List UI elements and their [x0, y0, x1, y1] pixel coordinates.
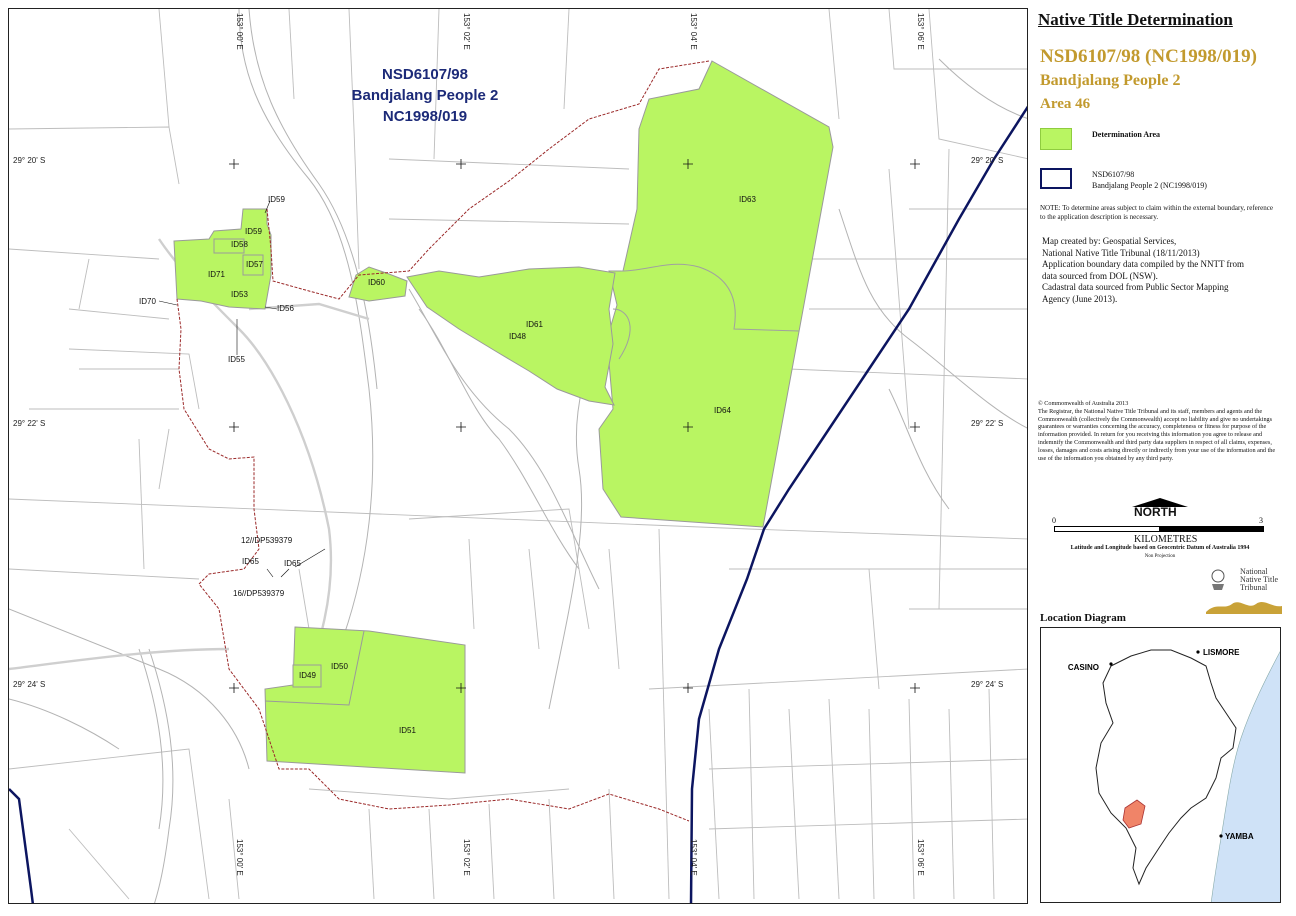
- determination-area-key: Determination Area: [1092, 130, 1161, 139]
- label-id70: ID70: [139, 297, 156, 306]
- label-id48: ID48: [509, 332, 526, 341]
- lon-label-top: 153° 02' E: [462, 13, 471, 50]
- label-id65b: ID65: [284, 559, 301, 568]
- location-map: CASINO LISMORE YAMBA: [1068, 648, 1280, 902]
- label-id49: ID49: [299, 671, 316, 680]
- legend-note: NOTE: To determine areas subject to clai…: [1040, 204, 1273, 221]
- north-label: NORTH: [1134, 505, 1177, 519]
- location-diagram: CASINO LISMORE YAMBA: [1040, 627, 1281, 903]
- copyright-body: The Registrar, the National Native Title…: [1038, 407, 1276, 462]
- credit-line: Application boundary data compiled by th…: [1042, 259, 1245, 269]
- label-id71: ID71: [208, 270, 225, 279]
- town-label-yamba: YAMBA: [1225, 832, 1254, 841]
- town-label-casino: CASINO: [1068, 663, 1099, 672]
- cadastral-lines: [9, 9, 1027, 900]
- datum-note: Latitude and Longitude based on Geocentr…: [1070, 545, 1250, 551]
- map-canvas: 153° 00' E 153° 02' E 153° 04' E 153° 06…: [9, 9, 1027, 903]
- legend-panel: Native Title Determination NSD6107/98 (N…: [1032, 8, 1288, 904]
- label-id53: ID53: [231, 290, 248, 299]
- lon-label-bottom: 153° 04' E: [689, 839, 698, 876]
- label-id57: ID57: [246, 260, 263, 269]
- copyright-block: © Commonwealth of Australia 2013 The Reg…: [1038, 400, 1283, 462]
- label-id59: ID59: [268, 195, 285, 204]
- scale-bar: [1054, 526, 1264, 532]
- label-id59b: ID59: [245, 227, 262, 236]
- lon-label-bottom: 153° 02' E: [462, 839, 471, 876]
- nntt-logo-text: National Native Title Tribunal: [1240, 567, 1279, 592]
- lon-label-bottom: 153° 06' E: [916, 839, 925, 876]
- label-id64: ID64: [714, 406, 731, 415]
- lon-label-top: 153° 06' E: [916, 13, 925, 50]
- label-id65a: ID65: [242, 557, 259, 566]
- label-id56: ID56: [277, 304, 294, 313]
- scale-units: KILOMETRES: [1134, 534, 1198, 545]
- claim-outline: [1095, 649, 1237, 886]
- lat-label-right: 29° 24' S: [971, 680, 1003, 689]
- boundary-key-line-1: NSD6107/98: [1092, 170, 1135, 179]
- area-id63-id64: [598, 60, 834, 528]
- boundary-swatch: [1040, 168, 1072, 189]
- location-diagram-title: Location Diagram: [1040, 612, 1126, 624]
- lon-label-top: 153° 04' E: [689, 13, 698, 50]
- area-id71-group: [173, 208, 272, 310]
- label-id58: ID58: [231, 240, 248, 249]
- determination-area-swatch: [1040, 128, 1072, 150]
- map-frame: 153° 00' E 153° 02' E 153° 04' E 153° 06…: [8, 8, 1028, 904]
- credit-line: Agency (June 2013).: [1042, 293, 1118, 304]
- credit-line: data sourced from DOL (NSW).: [1042, 270, 1158, 281]
- application-name: Bandjalang People 2: [1040, 72, 1181, 89]
- area-id50-id51: [264, 626, 466, 774]
- label-id61: ID61: [526, 320, 543, 329]
- map-title-line: NC1998/019: [383, 108, 467, 125]
- copyright-head: © Commonwealth of Australia 2013: [1038, 400, 1129, 407]
- projection-note: Non Projection: [1144, 554, 1176, 559]
- label-id51: ID51: [399, 726, 416, 735]
- label-id63: ID63: [739, 195, 756, 204]
- application-number: NSD6107/98 (NC1998/019): [1040, 46, 1257, 67]
- label-id50: ID50: [331, 662, 348, 671]
- casino-marker: [1109, 662, 1113, 666]
- scale-start: 0: [1052, 516, 1056, 525]
- label-lot12: 12//DP539379: [241, 536, 293, 545]
- town-label-lismore: LISMORE: [1203, 648, 1240, 657]
- label-id60: ID60: [368, 278, 385, 287]
- watercourses: [9, 9, 1027, 903]
- legend-title: Native Title Determination: [1038, 10, 1233, 29]
- determination-areas: [173, 60, 834, 774]
- label-lot16: 16//DP539379: [233, 589, 285, 598]
- ocean: [1210, 651, 1280, 902]
- credit-line: Cadastral data sourced from Public Secto…: [1042, 282, 1229, 292]
- lismore-marker: [1196, 650, 1200, 654]
- lat-label-right: 29° 22' S: [971, 419, 1003, 428]
- credits: Map created by: Geospatial Services, Nat…: [1042, 236, 1282, 305]
- application-boundary-west: [9, 788, 35, 903]
- credit-line: Map created by: Geospatial Services,: [1042, 236, 1177, 246]
- label-id55: ID55: [228, 355, 245, 364]
- lon-label-top: 153° 00' E: [235, 13, 244, 50]
- credit-line: National Native Title Tribunal (18/11/20…: [1042, 247, 1200, 258]
- lat-label-left: 29° 22' S: [13, 419, 45, 428]
- scale-end: 3: [1259, 516, 1263, 525]
- lat-label-right: 29° 20' S: [971, 156, 1003, 165]
- map-title-line: NSD6107/98: [382, 66, 468, 83]
- boundary-key-line-2: Bandjalang People 2 (NC1998/019): [1092, 181, 1207, 190]
- area-label: Area 46: [1040, 96, 1091, 112]
- nntt-logo: National Native Title Tribunal: [1206, 566, 1282, 616]
- lon-label-bottom: 153° 00' E: [235, 839, 244, 876]
- lat-label-left: 29° 24' S: [13, 680, 45, 689]
- lat-label-left: 29° 20' S: [13, 156, 45, 165]
- map-title-line: Bandjalang People 2: [352, 87, 499, 104]
- yamba-marker: [1219, 834, 1223, 838]
